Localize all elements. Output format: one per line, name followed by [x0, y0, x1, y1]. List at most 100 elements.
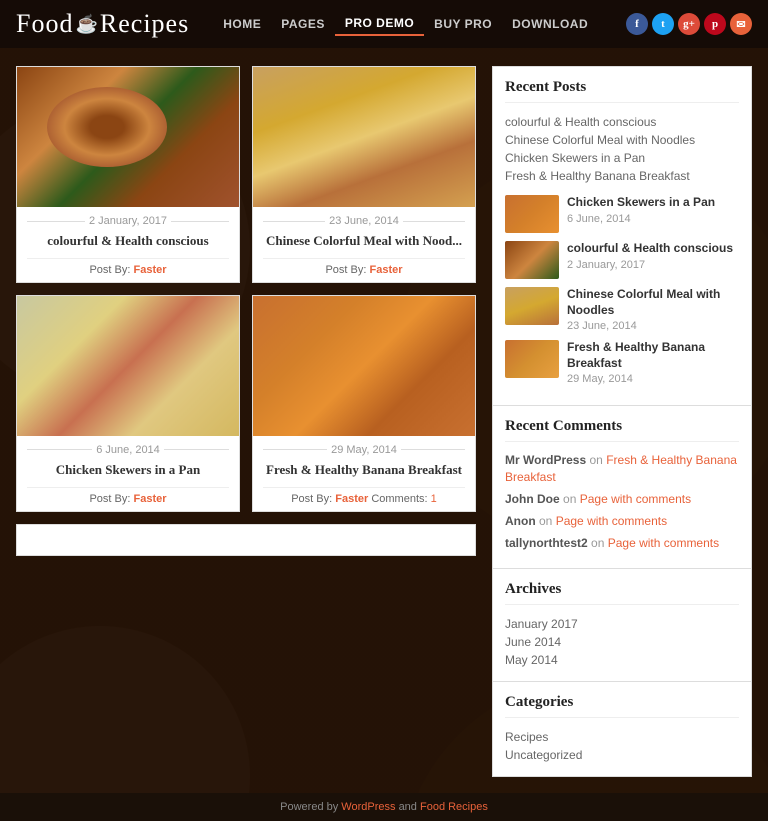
- post-footer: Post By: Faster Comments: 1: [263, 487, 465, 505]
- post-date: 23 June, 2014: [263, 215, 465, 227]
- logo-recipes: Recipes: [100, 9, 189, 39]
- google-plus-icon[interactable]: g+: [678, 13, 700, 35]
- logo-food: Food: [16, 9, 73, 39]
- post-image[interactable]: [17, 67, 239, 207]
- footer-and: and: [399, 801, 420, 813]
- comment-item: tallynorthtest2 on Page with comments: [505, 535, 739, 552]
- post-card: 23 June, 2014 Chinese Colorful Meal with …: [252, 66, 476, 283]
- thumb-title[interactable]: Chinese Colorful Meal with Noodles: [567, 287, 739, 318]
- recent-posts-link-list: colourful & Health consciousChinese Colo…: [505, 113, 739, 185]
- twitter-icon[interactable]: t: [652, 13, 674, 35]
- post-title[interactable]: colourful & Health conscious: [27, 233, 229, 250]
- categories-title: Categories: [505, 694, 739, 718]
- comment-link[interactable]: Page with comments: [608, 536, 719, 550]
- social-icons-bar: ftg+p✉: [626, 13, 752, 35]
- nav-item-home[interactable]: HOME: [213, 13, 271, 35]
- pagination-bar[interactable]: [16, 524, 476, 556]
- post-image[interactable]: [253, 67, 475, 207]
- thumb-image[interactable]: [505, 195, 559, 233]
- comment-link[interactable]: Page with comments: [556, 514, 667, 528]
- thumb-info: Fresh & Healthy Banana Breakfast 29 May, …: [567, 340, 739, 385]
- footer-theme-link[interactable]: Food Recipes: [420, 801, 488, 813]
- recent-posts-thumbs: Chicken Skewers in a Pan 6 June, 2014 colo…: [505, 195, 739, 385]
- recent-comments-widget: Recent Comments Mr WordPress on Fresh & …: [492, 406, 752, 569]
- facebook-icon[interactable]: f: [626, 13, 648, 35]
- recent-post-link[interactable]: Chicken Skewers in a Pan: [505, 149, 739, 167]
- category-item[interactable]: Recipes: [505, 728, 739, 746]
- thumb-title[interactable]: Chicken Skewers in a Pan: [567, 195, 739, 211]
- thumb-date: 23 June, 2014: [567, 320, 739, 332]
- site-footer: Powered by WordPress and Food Recipes: [0, 793, 768, 821]
- recent-post-thumb: Chinese Colorful Meal with Noodles 23 Jun…: [505, 287, 739, 332]
- comment-on: on: [591, 536, 604, 550]
- comment-author: John Doe: [505, 492, 560, 506]
- comment-on: on: [539, 514, 552, 528]
- post-image[interactable]: [253, 296, 475, 436]
- thumb-title[interactable]: Fresh & Healthy Banana Breakfast: [567, 340, 739, 371]
- recent-posts-title: Recent Posts: [505, 79, 739, 103]
- comment-item: Mr WordPress on Fresh & Healthy Banana B…: [505, 452, 739, 486]
- comment-on: on: [589, 453, 602, 467]
- footer-wp-link[interactable]: WordPress: [341, 801, 395, 813]
- archives-list: January 2017June 2014May 2014: [505, 615, 739, 669]
- post-author[interactable]: Faster: [134, 493, 167, 505]
- thumb-title[interactable]: colourful & Health conscious: [567, 241, 739, 257]
- logo-cup-icon: ☕: [75, 14, 97, 35]
- thumb-date: 6 June, 2014: [567, 213, 739, 225]
- comments-list: Mr WordPress on Fresh & Healthy Banana B…: [505, 452, 739, 551]
- post-date: 2 January, 2017: [27, 215, 229, 227]
- category-item[interactable]: Uncategorized: [505, 746, 739, 764]
- thumb-image[interactable]: [505, 241, 559, 279]
- email-icon[interactable]: ✉: [730, 13, 752, 35]
- categories-list: RecipesUncategorized: [505, 728, 739, 764]
- post-image[interactable]: [17, 296, 239, 436]
- post-body: 29 May, 2014 Fresh & Healthy Banana Break…: [253, 436, 475, 511]
- site-logo[interactable]: Food ☕ Recipes: [16, 9, 189, 39]
- main-content: 2 January, 2017 colourful & Health consci…: [16, 66, 476, 777]
- pinterest-icon[interactable]: p: [704, 13, 726, 35]
- archive-item[interactable]: June 2014: [505, 633, 739, 651]
- post-footer: Post By: Faster: [27, 487, 229, 505]
- recent-post-link[interactable]: Fresh & Healthy Banana Breakfast: [505, 167, 739, 185]
- post-author[interactable]: Faster: [134, 264, 167, 276]
- post-card: 6 June, 2014 Chicken Skewers in a Pan Post…: [16, 295, 240, 512]
- main-bg-area: 2 January, 2017 colourful & Health consci…: [0, 48, 768, 793]
- nav-item-download[interactable]: DOWNLOAD: [502, 13, 598, 35]
- footer-text: Powered by: [280, 801, 341, 813]
- comment-author: Mr WordPress: [505, 453, 586, 467]
- recent-post-thumb: Chicken Skewers in a Pan 6 June, 2014: [505, 195, 739, 233]
- comment-item: Anon on Page with comments: [505, 513, 739, 530]
- comment-link[interactable]: Page with comments: [580, 492, 691, 506]
- post-title[interactable]: Chicken Skewers in a Pan: [27, 462, 229, 479]
- post-footer: Post By: Faster: [263, 258, 465, 276]
- post-title[interactable]: Fresh & Healthy Banana Breakfast: [263, 462, 465, 479]
- post-author[interactable]: Faster: [370, 264, 403, 276]
- thumb-image[interactable]: [505, 340, 559, 378]
- comment-author: Anon: [505, 514, 536, 528]
- comment-author: tallynorthtest2: [505, 536, 588, 550]
- nav-item-pages[interactable]: PAGES: [271, 13, 335, 35]
- recent-post-link[interactable]: colourful & Health conscious: [505, 113, 739, 131]
- post-body: 2 January, 2017 colourful & Health consci…: [17, 207, 239, 282]
- archive-item[interactable]: January 2017: [505, 615, 739, 633]
- sidebar: Recent Posts colourful & Health consciou…: [492, 66, 752, 777]
- thumb-image[interactable]: [505, 287, 559, 325]
- post-author[interactable]: Faster: [335, 493, 368, 505]
- nav-item-buy-pro[interactable]: BUY PRO: [424, 13, 502, 35]
- archive-item[interactable]: May 2014: [505, 651, 739, 669]
- thumb-info: Chicken Skewers in a Pan 6 June, 2014: [567, 195, 739, 225]
- thumb-info: Chinese Colorful Meal with Noodles 23 Jun…: [567, 287, 739, 332]
- post-title[interactable]: Chinese Colorful Meal with Nood...: [263, 233, 465, 250]
- post-footer: Post By: Faster: [27, 258, 229, 276]
- recent-post-thumb: Fresh & Healthy Banana Breakfast 29 May, …: [505, 340, 739, 385]
- recent-post-link[interactable]: Chinese Colorful Meal with Noodles: [505, 131, 739, 149]
- thumb-date: 29 May, 2014: [567, 373, 739, 385]
- post-date: 6 June, 2014: [27, 444, 229, 456]
- thumb-info: colourful & Health conscious2 January, 2…: [567, 241, 739, 271]
- nav-item-pro-demo[interactable]: PRO DEMO: [335, 12, 424, 36]
- post-body: 23 June, 2014 Chinese Colorful Meal with …: [253, 207, 475, 282]
- post-comments-count: 1: [431, 493, 437, 505]
- comment-item: John Doe on Page with comments: [505, 491, 739, 508]
- post-date: 29 May, 2014: [263, 444, 465, 456]
- posts-grid: 2 January, 2017 colourful & Health consci…: [16, 66, 476, 512]
